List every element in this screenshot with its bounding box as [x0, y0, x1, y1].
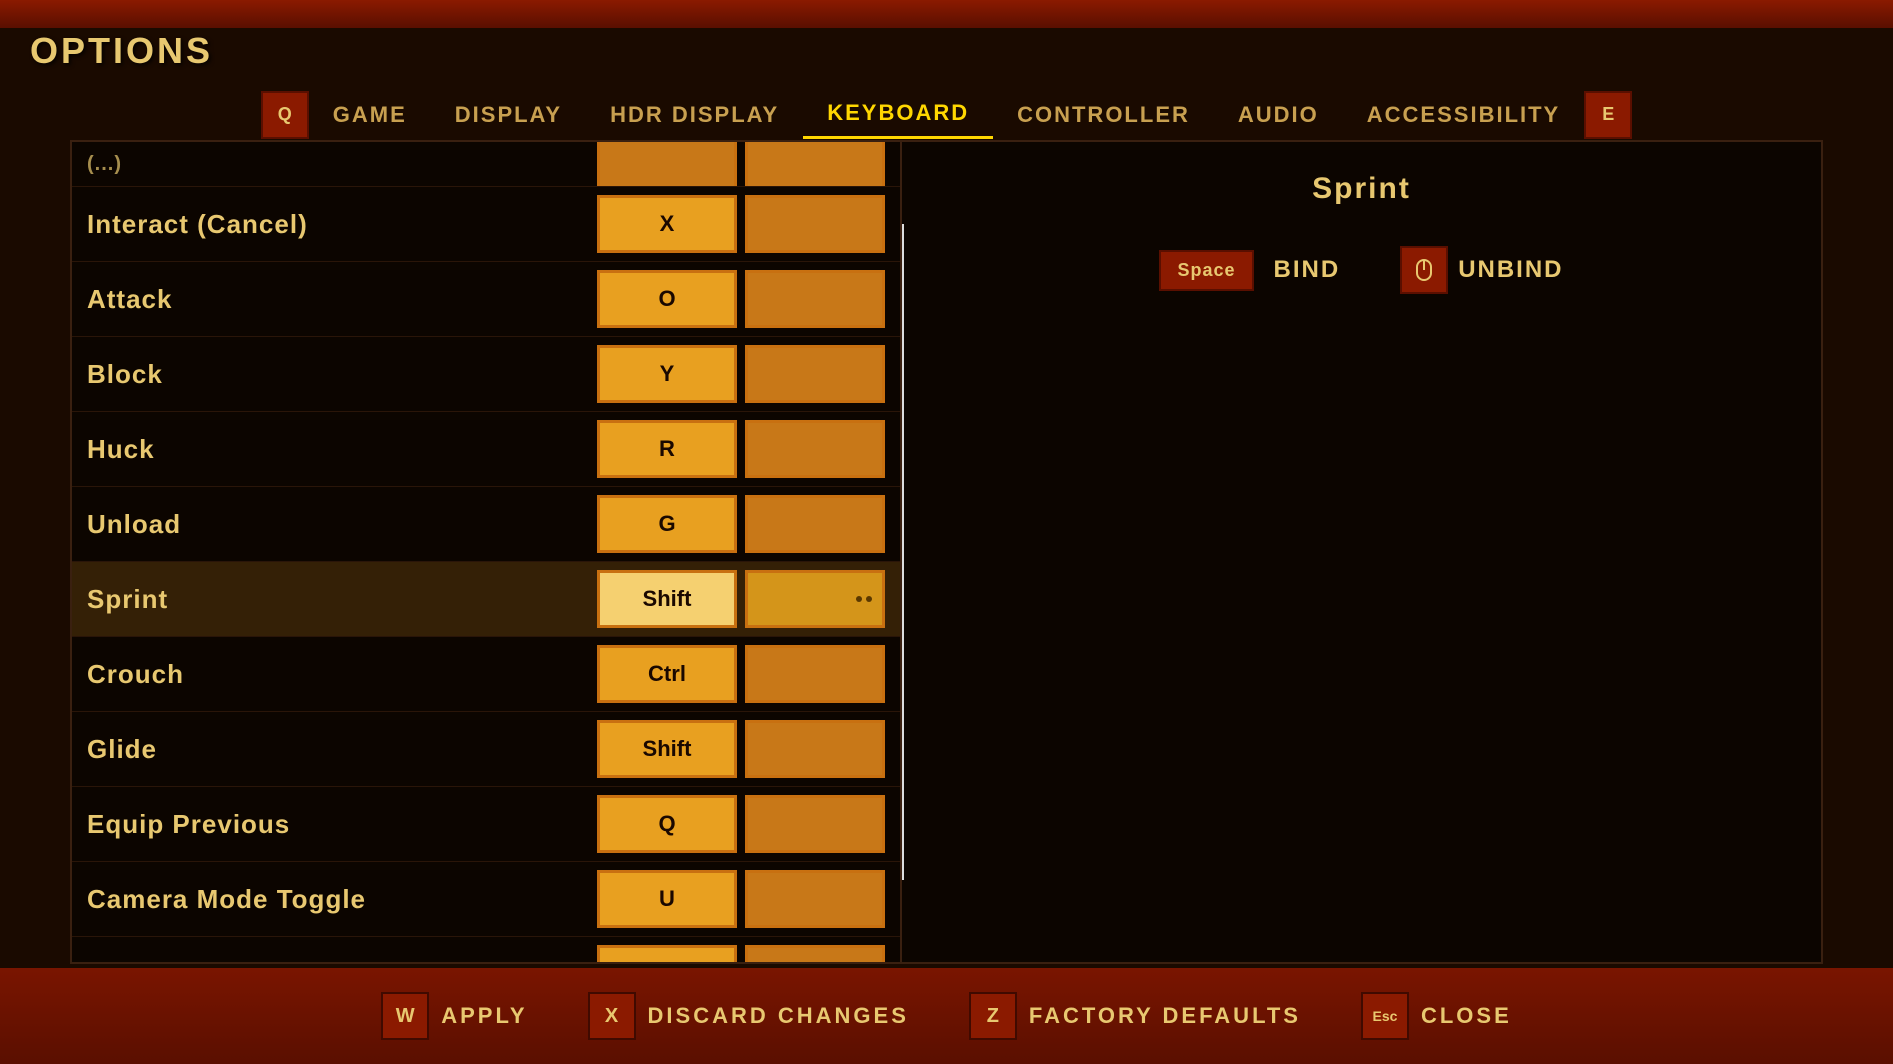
current-key-badge: Space — [1159, 250, 1253, 291]
nav-left-icon[interactable]: Q — [261, 91, 309, 139]
discard-button[interactable]: X DISCARD CHANGES — [588, 992, 909, 1040]
key2-attack[interactable] — [745, 270, 885, 328]
key2-camera-mode-toggle[interactable] — [745, 870, 885, 928]
unbind-label: UNBIND — [1458, 256, 1563, 284]
tab-controller[interactable]: CONTROLLER — [993, 92, 1214, 138]
action-glide: Glide — [87, 734, 589, 765]
discard-key-icon: X — [588, 992, 636, 1040]
factory-defaults-button[interactable]: Z FACTORY DEFAULTS — [969, 992, 1301, 1040]
key2-interact-cancel[interactable] — [745, 195, 885, 253]
binding-action-title: Sprint — [1312, 172, 1411, 206]
row-huck: Huck R — [72, 412, 900, 487]
row-block: Block Y — [72, 337, 900, 412]
row-unload: Unload G — [72, 487, 900, 562]
action-sprint: Sprint — [87, 584, 589, 615]
close-button[interactable]: Esc CLOSE — [1361, 992, 1512, 1040]
drag-indicator — [856, 596, 872, 602]
action-bar: W APPLY X DISCARD CHANGES Z FACTORY DEFA… — [0, 968, 1893, 1064]
page-title: OPTIONS — [30, 30, 213, 72]
apply-button[interactable]: W APPLY — [381, 992, 527, 1040]
partial-key1[interactable] — [597, 142, 737, 187]
tab-audio[interactable]: AUDIO — [1214, 92, 1343, 138]
row-sprint: Sprint Shift — [72, 562, 900, 637]
key2-huck[interactable] — [745, 420, 885, 478]
bind-label[interactable]: BIND — [1274, 256, 1341, 284]
row-attack: Attack O — [72, 262, 900, 337]
key1-attack[interactable]: O — [597, 270, 737, 328]
top-bar — [0, 0, 1893, 28]
key1-equip-previous[interactable]: Q — [597, 795, 737, 853]
content-area: (...) Interact (Cancel) X Attack O Block… — [70, 140, 1823, 964]
tab-display[interactable]: DISPLAY — [431, 92, 586, 138]
row-crouch: Crouch Ctrl — [72, 637, 900, 712]
action-attack: Attack — [87, 284, 589, 315]
action-huck: Huck — [87, 434, 589, 465]
row-interact-cancel: Interact (Cancel) X — [72, 187, 900, 262]
key2-push-to-talk[interactable] — [745, 945, 885, 962]
tab-game[interactable]: GAME — [309, 92, 431, 138]
factory-defaults-label: FACTORY DEFAULTS — [1029, 1003, 1301, 1029]
key1-push-to-talk[interactable]: Alt — [597, 945, 737, 962]
unbind-icon — [1400, 246, 1448, 294]
nav-bar: Q GAME DISPLAY HDR DISPLAY KEYBOARD CONT… — [0, 80, 1893, 149]
key2-glide[interactable] — [745, 720, 885, 778]
key1-glide[interactable]: Shift — [597, 720, 737, 778]
row-push-to-talk: Push to Talk Alt — [72, 937, 900, 962]
key1-interact-cancel[interactable]: X — [597, 195, 737, 253]
row-camera-mode-toggle: Camera Mode Toggle U — [72, 862, 900, 937]
key2-crouch[interactable] — [745, 645, 885, 703]
key1-crouch[interactable]: Ctrl — [597, 645, 737, 703]
keybindings-panel: (...) Interact (Cancel) X Attack O Block… — [72, 142, 902, 962]
partial-action-name: (...) — [87, 153, 589, 176]
action-block: Block — [87, 359, 589, 390]
discard-label: DISCARD CHANGES — [648, 1003, 909, 1029]
action-interact-cancel: Interact (Cancel) — [87, 209, 589, 240]
unbind-button[interactable]: UNBIND — [1400, 246, 1563, 294]
nav-right-icon[interactable]: E — [1584, 91, 1632, 139]
key2-sprint[interactable] — [745, 570, 885, 628]
tab-hdr-display[interactable]: HDR DISPLAY — [586, 92, 803, 138]
key1-sprint[interactable]: Shift — [597, 570, 737, 628]
action-equip-previous: Equip Previous — [87, 809, 589, 840]
key1-block[interactable]: Y — [597, 345, 737, 403]
row-equip-previous: Equip Previous Q — [72, 787, 900, 862]
mouse-icon — [1410, 256, 1438, 284]
close-key-icon: Esc — [1361, 992, 1409, 1040]
apply-label: APPLY — [441, 1003, 527, 1029]
apply-key-icon: W — [381, 992, 429, 1040]
key1-huck[interactable]: R — [597, 420, 737, 478]
action-camera-mode-toggle: Camera Mode Toggle — [87, 884, 589, 915]
binding-info-panel: Sprint Space BIND UNBIND — [902, 142, 1821, 962]
key2-equip-previous[interactable] — [745, 795, 885, 853]
key2-block[interactable] — [745, 345, 885, 403]
panel-divider — [902, 224, 904, 880]
binding-controls: Space BIND UNBIND — [1159, 246, 1563, 294]
drag-dot-2 — [866, 596, 872, 602]
row-glide: Glide Shift — [72, 712, 900, 787]
key1-camera-mode-toggle[interactable]: U — [597, 870, 737, 928]
action-crouch: Crouch — [87, 659, 589, 690]
key1-unload[interactable]: G — [597, 495, 737, 553]
partial-key2[interactable] — [745, 142, 885, 187]
action-unload: Unload — [87, 509, 589, 540]
action-push-to-talk: Push to Talk — [87, 959, 589, 963]
drag-dot-1 — [856, 596, 862, 602]
factory-defaults-key-icon: Z — [969, 992, 1017, 1040]
partial-top-row: (...) — [72, 142, 900, 187]
key2-unload[interactable] — [745, 495, 885, 553]
tab-accessibility[interactable]: ACCESSIBILITY — [1343, 92, 1584, 138]
tab-keyboard[interactable]: KEYBOARD — [803, 90, 993, 139]
close-label: CLOSE — [1421, 1003, 1512, 1029]
